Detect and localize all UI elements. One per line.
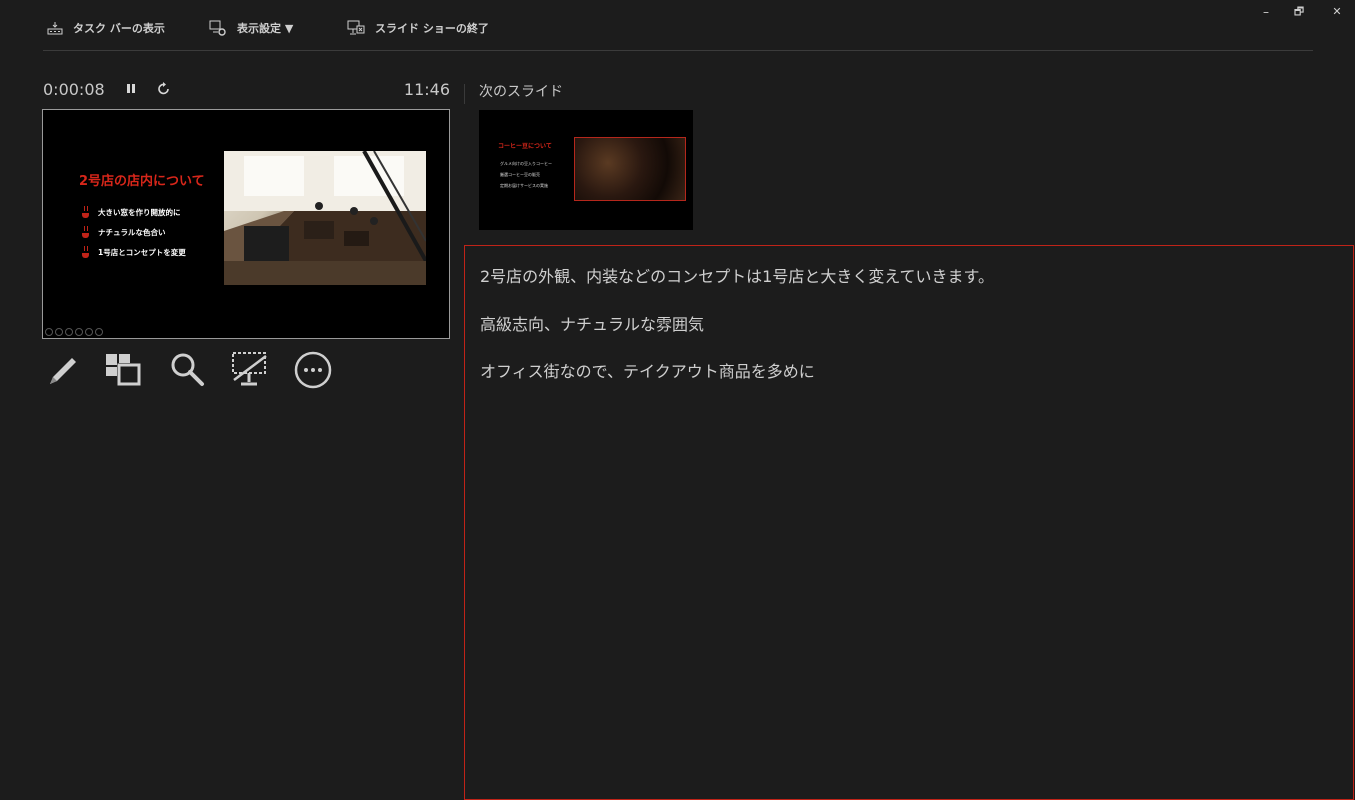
display-settings-label: 表示設定 ▼ <box>237 22 294 35</box>
next-slide-preview[interactable]: コーヒー豆について グルメ向けの豆入りコーヒー 厳選コーヒー豆の販売 定期お届け… <box>479 110 693 230</box>
next-slide-bullet: 定期お届けサービスの実施 <box>500 183 548 188</box>
pause-timer-button[interactable] <box>125 81 137 101</box>
coffee-cup-icon <box>81 206 90 218</box>
zoom-icon <box>171 353 204 386</box>
minimize-icon: – <box>1263 5 1269 19</box>
next-slide-bullet: グルメ向けの豆入りコーヒー <box>500 161 552 166</box>
current-time: 11:46 <box>403 80 450 99</box>
slides-grid-icon <box>106 354 141 386</box>
pen-icon <box>50 358 76 384</box>
black-screen-button[interactable] <box>230 350 270 390</box>
reset-timer-button[interactable] <box>157 81 171 101</box>
notes-line: オフィス街なので、テイクアウト商品を多めに <box>480 362 815 381</box>
pane-divider <box>464 84 465 104</box>
end-slideshow-label: スライド ショーの終了 <box>375 22 489 35</box>
cafe-interior-photo <box>224 151 426 285</box>
end-slideshow-button[interactable]: スライド ショーの終了 <box>347 20 489 36</box>
display-settings-button[interactable]: 表示設定 ▼ <box>209 20 293 36</box>
restore-button[interactable]: 🗗 <box>1289 4 1309 20</box>
current-slide-bullet: ナチュラルな色合い <box>81 226 166 238</box>
end-slideshow-icon <box>347 20 365 35</box>
bullet-text: ナチュラルな色合い <box>98 227 166 237</box>
see-all-slides-button[interactable] <box>104 350 144 390</box>
next-slide-bullet: 厳選コーヒー豆の販売 <box>500 172 540 177</box>
next-slide-label: 次のスライド <box>479 84 563 100</box>
show-taskbar-label: タスク バーの表示 <box>73 22 165 35</box>
black-screen-icon <box>232 352 267 386</box>
current-slide-bullet: 1号店とコンセプトを変更 <box>81 246 186 258</box>
current-slide-preview[interactable]: 2号店の店内について 大きい窓を作り開放的に ナチュラルな色合い 1号店とコンセ… <box>42 109 450 339</box>
pen-tool-button[interactable] <box>42 350 82 390</box>
show-taskbar-button[interactable]: タスク バーの表示 <box>47 20 165 36</box>
close-button[interactable]: ✕ <box>1327 4 1347 20</box>
more-options-button[interactable] <box>293 350 333 390</box>
pause-icon <box>127 84 135 93</box>
zoom-button[interactable] <box>168 350 208 390</box>
next-slide-title: コーヒー豆について <box>498 143 552 150</box>
toolbar-divider <box>43 50 1313 51</box>
bullet-text: 大きい窓を作り開放的に <box>98 207 181 217</box>
presenter-toolbar: タスク バーの表示 表示設定 ▼ スライド ショーの終了 <box>0 0 1355 52</box>
elapsed-timer: 0:00:08 <box>43 80 105 99</box>
speaker-notes-pane[interactable]: 2号店の外観、内装などのコンセプトは1号店と大きく変えていきます。 高級志向、ナ… <box>464 245 1354 800</box>
coffee-beans-photo <box>574 137 686 201</box>
more-options-icon <box>294 351 332 389</box>
minimize-button[interactable]: – <box>1256 4 1276 20</box>
bullet-text: 1号店とコンセプトを変更 <box>98 247 186 257</box>
reset-icon <box>158 82 169 95</box>
current-slide-title: 2号店の店内について <box>79 174 205 189</box>
slide-mini-controls <box>45 328 103 336</box>
coffee-cup-icon <box>81 246 90 258</box>
notes-line: 2号店の外観、内装などのコンセプトは1号店と大きく変えていきます。 <box>480 267 994 286</box>
current-slide-bullet: 大きい窓を作り開放的に <box>81 206 181 218</box>
close-icon: ✕ <box>1332 5 1342 18</box>
display-settings-icon <box>209 20 226 36</box>
notes-line: 高級志向、ナチュラルな雰囲気 <box>480 315 705 334</box>
taskbar-icon <box>47 22 63 35</box>
coffee-cup-icon <box>81 226 90 238</box>
restore-icon: 🗗 <box>1293 5 1305 18</box>
